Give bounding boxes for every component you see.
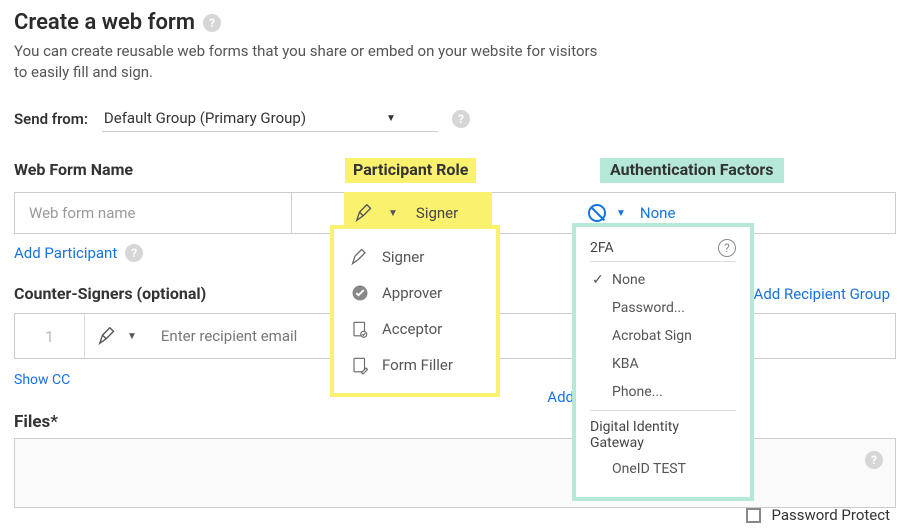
files-dropzone[interactable]: ? [14,438,896,508]
none-icon [588,204,606,222]
help-icon[interactable]: ? [125,244,143,262]
auth-option-label: Password... [612,300,685,316]
chevron-down-icon: ▼ [127,331,137,342]
help-icon[interactable]: ? [452,110,470,128]
auth-factors-dropdown: 2FA ? None Password... Acrobat Sign KBA … [572,223,754,501]
help-icon[interactable]: ? [203,14,221,32]
send-from-select[interactable]: Default Group (Primary Group) ▼ [102,105,438,132]
counter-role-select[interactable]: ▼ [85,325,149,347]
role-option-approver[interactable]: Approver [334,275,496,311]
auth-option-none[interactable]: None [590,266,736,294]
show-cc-link[interactable]: Show CC [14,372,70,388]
auth-selected-label: None [640,204,676,222]
acceptor-icon [350,319,370,339]
counter-index: 1 [15,314,85,358]
participant-role-header: Participant Role [345,158,476,183]
role-selected-label: Signer [416,204,458,222]
role-option-label: Form Filler [382,356,453,374]
signer-icon [97,325,119,347]
signer-icon [350,247,370,267]
help-icon[interactable]: ? [718,239,736,257]
auth-option-label: OneID TEST [612,461,686,477]
page-title: Create a web form [14,10,195,35]
auth-option-password[interactable]: Password... [590,294,736,322]
form-filler-icon [350,355,370,375]
add-participant-link[interactable]: Add Participant [14,244,117,262]
role-option-form-filler[interactable]: Form Filler [334,347,496,383]
auth-factors-header: Authentication Factors [600,158,784,183]
chevron-down-icon: ▼ [616,208,626,219]
role-option-acceptor[interactable]: Acceptor [334,311,496,347]
signer-icon [354,202,376,224]
web-form-name-header: Web Form Name [14,160,133,179]
auth-section-2fa: 2FA [590,240,614,256]
auth-option-label: KBA [612,356,639,372]
auth-option-oneid-test[interactable]: OneID TEST [590,455,736,483]
role-option-label: Approver [382,284,442,302]
chevron-down-icon: ▼ [388,208,398,219]
password-protect-label: Password Protect [771,506,890,524]
send-from-label: Send from: [14,110,88,128]
approver-icon [350,283,370,303]
auth-option-label: Acrobat Sign [612,328,692,344]
auth-section-dig: Digital Identity Gateway [590,410,736,455]
auth-option-label: None [612,272,645,288]
page-subtitle: You can create reusable web forms that y… [14,41,614,83]
add-recipient-group-link[interactable]: Add Recipient Group [754,285,890,303]
web-form-name-input[interactable]: Web form name [14,192,292,234]
role-option-label: Acceptor [382,320,442,338]
role-option-signer[interactable]: Signer [334,239,496,275]
auth-option-phone[interactable]: Phone... [590,378,736,406]
participant-role-dropdown: Signer Approver Acceptor Form Filler [330,225,500,397]
role-option-label: Signer [382,248,424,266]
checkbox-icon[interactable] [746,508,761,523]
send-from-value: Default Group (Primary Group) [104,109,306,127]
help-icon[interactable]: ? [865,451,883,469]
auth-option-acrobat-sign[interactable]: Acrobat Sign [590,322,736,350]
auth-option-label: Phone... [612,384,663,400]
files-label: Files* [14,412,58,432]
auth-option-kba[interactable]: KBA [590,350,736,378]
counter-email-input[interactable]: Enter recipient email [149,327,895,345]
chevron-down-icon: ▼ [386,113,396,124]
password-protect-option[interactable]: Password Protect [746,506,890,524]
